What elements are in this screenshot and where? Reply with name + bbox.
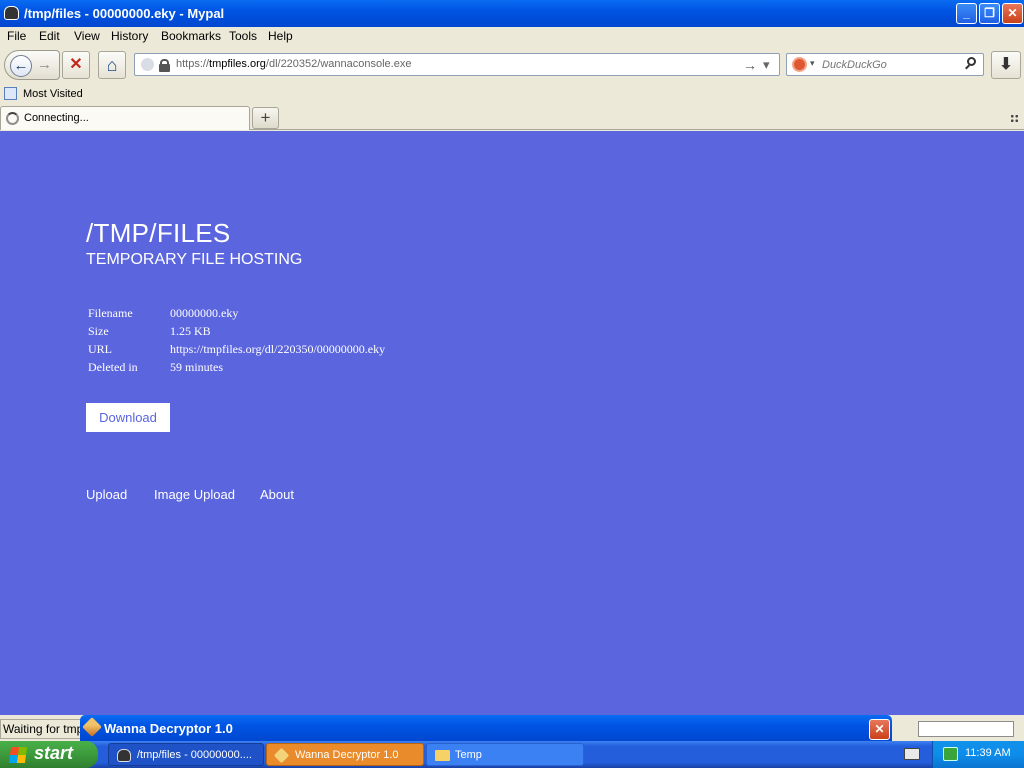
menu-bookmarks[interactable]: Bookmarks <box>161 29 221 43</box>
file-info-label: Deleted in <box>88 360 138 374</box>
stop-button[interactable]: ✕ <box>62 51 90 79</box>
taskbar-item-temp-folder[interactable]: Temp <box>426 743 584 766</box>
bookmarks-toolbar: Most Visited <box>0 84 1024 104</box>
tab-label: Connecting... <box>24 112 89 124</box>
navigation-toolbar: ← → ✕ ⌂ https://tmpfiles.org/dl/220352/w… <box>0 46 1024 84</box>
url-dropdown-icon[interactable]: ▾ <box>763 57 770 73</box>
deleted-in-value: 59 minutes <box>170 360 223 374</box>
keyboard-icon[interactable] <box>904 748 920 760</box>
url-value: https://tmpfiles.org/dl/220350/00000000.… <box>170 342 386 356</box>
wanna-decryptor-window-titlebar[interactable]: Wanna Decryptor 1.0 ✕ <box>80 715 892 742</box>
address-bar[interactable]: https://tmpfiles.org/dl/220352/wannacons… <box>134 53 780 76</box>
url-scheme: https:// <box>176 58 210 70</box>
title-bar[interactable]: /tmp/files - 00000000.eky - Mypal _ ❐ ✕ <box>0 0 1024 27</box>
go-arrow-icon[interactable]: → <box>743 57 757 73</box>
tab-current[interactable]: Connecting... <box>0 106 250 130</box>
start-button[interactable]: start <box>0 741 98 768</box>
taskbar-item-wanna-decryptor[interactable]: Wanna Decryptor 1.0 <box>266 743 424 766</box>
back-button[interactable]: ← <box>10 55 32 77</box>
taskbar: start /tmp/files - 00000000.... Wanna De… <box>0 741 1024 768</box>
system-tray: 11:39 AM <box>932 741 1024 768</box>
menu-history[interactable]: History <box>111 29 148 43</box>
file-info-label: Filename <box>88 306 133 320</box>
wanna-task-icon <box>273 747 290 764</box>
wanna-close-button[interactable]: ✕ <box>869 719 890 740</box>
taskbar-item-browser[interactable]: /tmp/files - 00000000.... <box>108 743 264 766</box>
status-text: Waiting for tmpfiles.org... <box>0 719 82 739</box>
new-tab-button[interactable]: + <box>252 107 279 129</box>
windows-logo-icon <box>8 747 28 763</box>
menu-help[interactable]: Help <box>268 29 293 43</box>
download-button[interactable]: Download <box>86 403 170 432</box>
lock-icon-body <box>159 64 170 72</box>
menu-view[interactable]: View <box>74 29 100 43</box>
forward-button[interactable]: → <box>37 56 52 73</box>
file-info-label: Size <box>88 324 109 338</box>
url-path: /dl/220352/wannaconsole.exe <box>265 58 412 70</box>
menu-tools[interactable]: Tools <box>229 29 257 43</box>
search-bar[interactable]: ▾ <box>786 53 984 76</box>
about-link[interactable]: About <box>260 487 294 502</box>
upload-link[interactable]: Upload <box>86 487 127 502</box>
url-text[interactable]: https://tmpfiles.org/dl/220352/wannacons… <box>176 58 411 70</box>
taskbar-item-label: /tmp/files - 00000000.... <box>137 749 252 761</box>
taskbar-item-label: Wanna Decryptor 1.0 <box>295 749 399 761</box>
search-icon-handle <box>965 64 970 70</box>
downloads-button[interactable]: ⬇ <box>991 51 1021 79</box>
loading-spinner-icon <box>6 112 19 125</box>
site-identity-icon[interactable] <box>141 58 154 71</box>
menu-bar: File Edit View History Bookmarks Tools H… <box>0 27 1024 46</box>
clock[interactable]: 11:39 AM <box>965 747 1011 759</box>
menu-file[interactable]: File <box>7 29 26 43</box>
search-input[interactable] <box>822 57 962 73</box>
size-value: 1.25 KB <box>170 324 211 338</box>
filename-value: 00000000.eky <box>170 306 239 320</box>
most-visited-icon <box>4 87 17 100</box>
close-window-button[interactable]: ✕ <box>1002 3 1023 24</box>
most-visited-bookmark[interactable]: Most Visited <box>23 88 83 100</box>
folder-icon <box>435 750 450 761</box>
site-title[interactable]: /TMP/FILES <box>86 218 231 249</box>
taskbar-item-label: Temp <box>455 749 482 761</box>
duckduckgo-icon[interactable] <box>792 57 807 72</box>
wanna-decryptor-title: Wanna Decryptor 1.0 <box>104 721 233 736</box>
menu-edit[interactable]: Edit <box>39 29 60 43</box>
window-title: /tmp/files - 00000000.eky - Mypal <box>24 6 225 21</box>
maximize-button[interactable]: ❐ <box>979 3 1000 24</box>
site-subtitle: TEMPORARY FILE HOSTING <box>86 251 303 268</box>
tab-groups-icon[interactable] <box>1010 114 1019 123</box>
back-forward-group: ← → <box>4 50 60 80</box>
status-progress-field <box>918 721 1014 737</box>
minimize-button[interactable]: _ <box>956 3 977 24</box>
tab-strip: Connecting... + <box>0 104 1024 130</box>
start-label: start <box>34 743 74 763</box>
engine-dropdown-icon[interactable]: ▾ <box>810 58 815 69</box>
mypal-app-icon <box>4 6 19 20</box>
mypal-task-icon <box>117 749 131 762</box>
url-host: tmpfiles.org <box>209 58 266 70</box>
file-info-label: URL <box>88 342 112 356</box>
page-content: /TMP/FILES TEMPORARY FILE HOSTING Filena… <box>0 131 1024 715</box>
home-button[interactable]: ⌂ <box>98 51 126 79</box>
wanna-decryptor-icon <box>82 717 102 737</box>
image-upload-link[interactable]: Image Upload <box>154 487 235 502</box>
network-icon[interactable] <box>943 747 958 761</box>
